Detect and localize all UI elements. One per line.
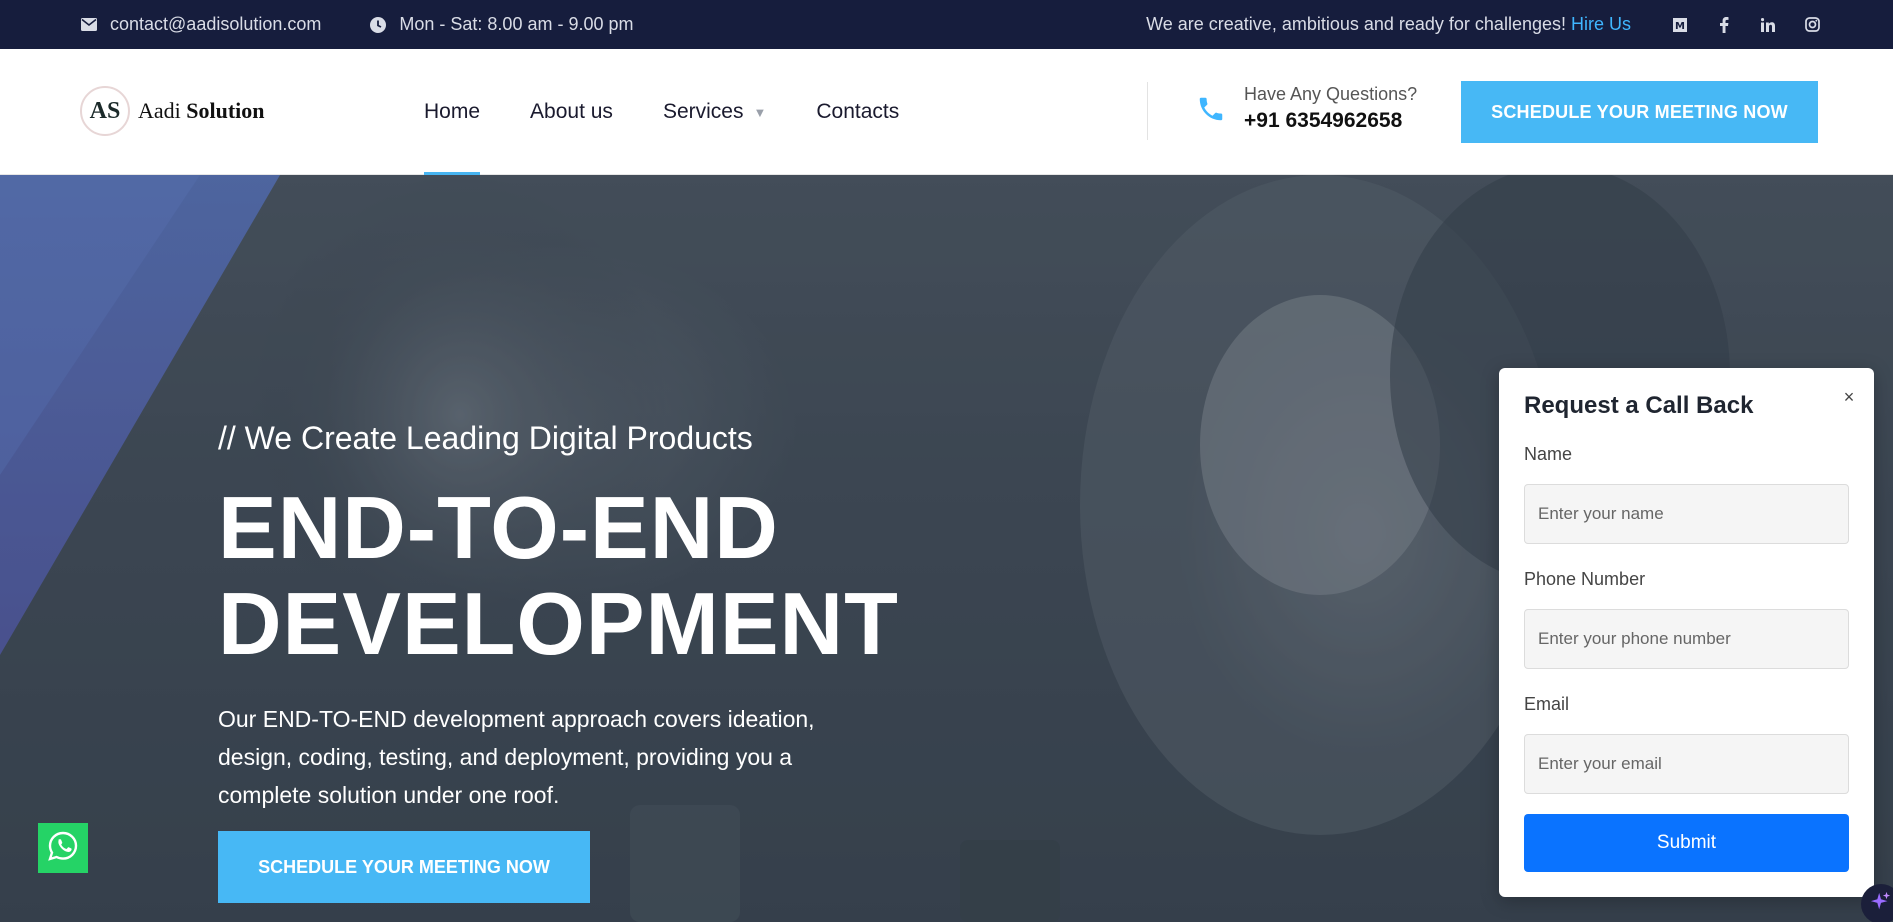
caret-down-icon: ▼ <box>753 104 767 120</box>
clock-icon <box>369 16 387 34</box>
nav-item-contacts[interactable]: Contacts <box>816 49 899 175</box>
callback-title: Request a Call Back <box>1524 392 1754 419</box>
logo-name: Aadi Solution <box>138 98 265 124</box>
schedule-meeting-button[interactable]: SCHEDULE YOUR MEETING NOW <box>1461 81 1818 143</box>
main-nav: Home About us Services ▼ Contacts <box>424 49 899 176</box>
social-links: M <box>1669 14 1823 36</box>
email-input[interactable] <box>1524 734 1849 794</box>
nav-item-label: Services <box>662 100 744 123</box>
hero-subtitle: // We Create Leading Digital Products <box>218 420 753 456</box>
phone-lines: Have Any Questions? +91 6354962658 <box>1244 84 1417 133</box>
name-input[interactable] <box>1524 484 1849 544</box>
nav-item-about[interactable]: About us <box>530 49 613 175</box>
hero-title-line-2: DEVELOPMENT <box>218 574 899 673</box>
phone-number[interactable]: +91 6354962658 <box>1244 109 1417 133</box>
site-logo[interactable]: AS Aadi Solution <box>80 86 265 136</box>
hero-schedule-meeting-button[interactable]: SCHEDULE YOUR MEETING NOW <box>218 831 590 903</box>
phone-question: Have Any Questions? <box>1244 84 1418 104</box>
logo-name-regular: Aadi <box>138 98 181 123</box>
nav-item-services[interactable]: Services ▼ <box>663 49 766 175</box>
medium-icon[interactable]: M <box>1669 14 1691 36</box>
facebook-icon[interactable] <box>1713 14 1735 36</box>
top-bar-email[interactable]: contact@aadisolution.com <box>80 14 321 35</box>
nav-item-label: About us <box>530 100 613 123</box>
envelope-icon <box>80 16 98 34</box>
phone-contact[interactable]: Have Any Questions? +91 6354962658 <box>1196 84 1417 133</box>
nav-item-home[interactable]: Home <box>424 49 481 176</box>
hero-title: END-TO-END DEVELOPMENT <box>218 480 899 672</box>
hero-description: Our END-TO-END development approach cove… <box>218 706 815 808</box>
logo-name-bold: Solution <box>186 98 265 123</box>
phone-icon <box>1196 94 1226 124</box>
top-bar: contact@aadisolution.com Mon - Sat: 8.00… <box>0 0 1893 49</box>
hire-us-link[interactable]: Hire Us <box>1571 14 1631 35</box>
phone-label: Phone Number <box>1524 569 1646 589</box>
top-bar-hours: Mon - Sat: 8.00 am - 9.00 pm <box>369 14 634 35</box>
top-bar-email-text: contact@aadisolution.com <box>110 14 322 34</box>
callback-form: Request a Call Back × Name Phone Number … <box>1499 368 1874 897</box>
nav-item-label: Contacts <box>816 100 900 123</box>
submit-button[interactable]: Submit <box>1524 814 1849 872</box>
phone-input[interactable] <box>1524 609 1849 669</box>
top-bar-right: We are creative, ambitious and ready for… <box>1146 0 1823 49</box>
close-icon[interactable]: × <box>1840 388 1858 406</box>
header-divider <box>1147 82 1148 140</box>
instagram-icon[interactable] <box>1801 14 1823 36</box>
hero-title-line-1: END-TO-END <box>218 478 779 577</box>
email-label: Email <box>1524 694 1570 714</box>
svg-text:M: M <box>1675 21 1685 32</box>
whatsapp-button[interactable] <box>38 823 88 873</box>
top-bar-hours-text: Mon - Sat: 8.00 am - 9.00 pm <box>399 14 634 34</box>
top-bar-contact: contact@aadisolution.com Mon - Sat: 8.00… <box>80 0 634 49</box>
top-bar-tagline: We are creative, ambitious and ready for… <box>1146 14 1566 34</box>
name-label: Name <box>1524 444 1573 464</box>
site-header: AS Aadi Solution Home About us Services … <box>0 49 1893 176</box>
logo-mark: AS <box>80 86 130 136</box>
nav-item-label: Home <box>424 100 481 123</box>
linkedin-icon[interactable] <box>1757 14 1779 36</box>
sparkle-icon <box>1870 891 1892 918</box>
assistant-button[interactable] <box>1861 884 1893 922</box>
whatsapp-icon <box>47 830 79 867</box>
